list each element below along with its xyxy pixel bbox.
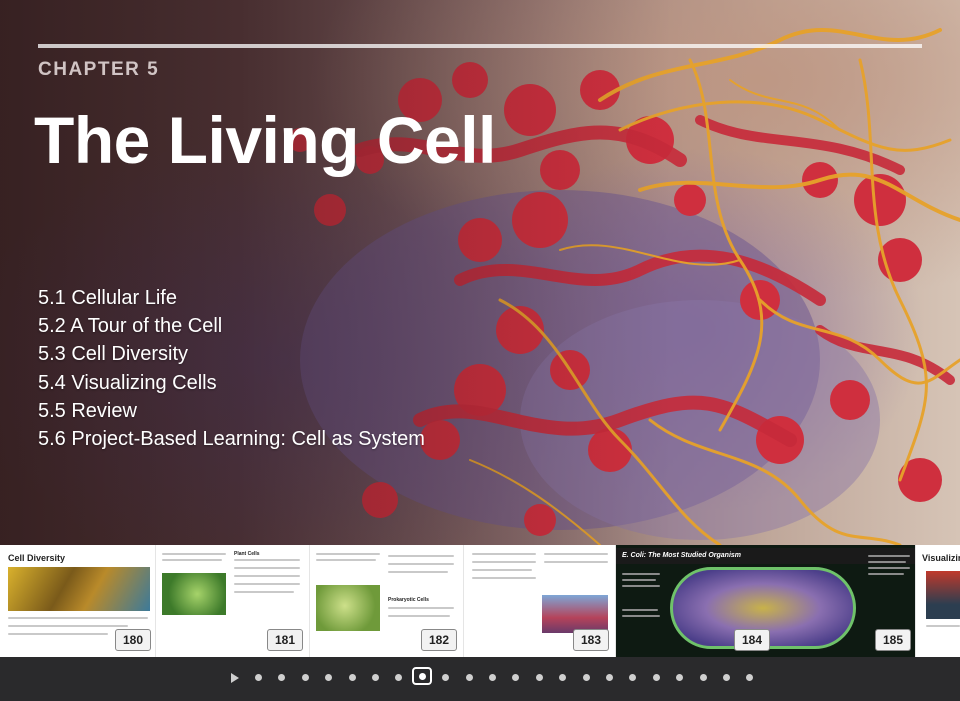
page-number-badge: 180 <box>115 629 151 651</box>
text-line <box>926 625 960 627</box>
nav-dot[interactable] <box>559 674 567 681</box>
section-list: 5.1 Cellular Life 5.2 A Tour of the Cell… <box>38 284 425 453</box>
text-line <box>388 607 454 609</box>
nav-dot[interactable] <box>372 674 379 681</box>
nav-dot[interactable] <box>465 674 473 681</box>
caption-column <box>868 551 912 631</box>
text-line <box>234 567 300 569</box>
text-line <box>234 591 294 593</box>
page-thumbnail-183[interactable]: 183 <box>464 545 616 657</box>
text-line <box>472 561 536 563</box>
nav-dot[interactable] <box>746 674 754 681</box>
page-thumbnail-182[interactable]: Prokaryotic Cells 182 <box>310 545 464 657</box>
nav-dot[interactable] <box>676 674 684 681</box>
nav-dot[interactable] <box>652 674 660 681</box>
nav-dot[interactable] <box>629 674 637 681</box>
text-line <box>472 553 536 555</box>
plant-cell-image <box>162 573 226 615</box>
page-number-badge: 181 <box>267 629 303 651</box>
page-number-badge: 185 <box>875 629 911 651</box>
section-link-5-2[interactable]: 5.2 A Tour of the Cell <box>38 312 425 340</box>
book-reader: CHAPTER 5 The Living Cell 5.1 Cellular L… <box>0 0 960 701</box>
thumb-heading: Visualizing C <box>922 553 960 563</box>
nav-dot[interactable] <box>325 674 333 681</box>
section-link-5-6[interactable]: 5.6 Project-Based Learning: Cell as Syst… <box>38 425 425 453</box>
text-line <box>316 559 376 561</box>
nav-dot[interactable] <box>606 674 613 681</box>
page-thumbnail-strip: Cell Diversity 180 Plant Cells 181 Proka… <box>0 545 960 657</box>
text-line <box>8 625 128 627</box>
section-link-5-5[interactable]: 5.5 Review <box>38 397 425 425</box>
nav-dot[interactable] <box>582 674 590 681</box>
text-line <box>316 553 380 555</box>
thumb-heading: Plant Cells <box>234 551 260 557</box>
visualization-image <box>926 571 960 619</box>
chapter-title: The Living Cell <box>34 103 496 177</box>
hero-text-shade <box>0 0 960 545</box>
page-thumbnail-181[interactable]: Plant Cells 181 <box>156 545 310 657</box>
diatom-image <box>8 567 150 611</box>
section-link-5-3[interactable]: 5.3 Cell Diversity <box>38 340 425 368</box>
chapter-hero: CHAPTER 5 The Living Cell 5.1 Cellular L… <box>0 0 960 545</box>
text-line <box>8 633 108 635</box>
text-line <box>162 553 226 555</box>
page-thumbnail-180[interactable]: Cell Diversity 180 <box>0 545 156 657</box>
text-line <box>388 555 454 557</box>
text-line <box>544 561 608 563</box>
page-navigation <box>0 657 960 701</box>
nav-dot[interactable] <box>489 674 496 681</box>
text-line <box>234 575 300 577</box>
nav-dot[interactable] <box>255 674 262 681</box>
text-line <box>8 617 148 619</box>
page-thumbnail-184[interactable]: E. Coli: The Most Studied Organism 184 1… <box>616 545 916 657</box>
bacteria-image <box>542 595 608 633</box>
text-line <box>162 559 222 561</box>
nav-dot[interactable] <box>301 674 309 681</box>
thumb-subheading: Prokaryotic Cells <box>388 597 429 603</box>
cell-micrograph-image <box>316 585 380 631</box>
chapter-divider <box>38 44 922 48</box>
chapter-label: CHAPTER 5 <box>38 59 160 80</box>
section-link-5-1[interactable]: 5.1 Cellular Life <box>38 284 425 312</box>
nav-dot[interactable] <box>442 674 450 681</box>
text-line <box>234 559 300 561</box>
page-number-badge: 184 <box>734 629 770 651</box>
page-number-badge: 183 <box>573 629 609 651</box>
play-icon[interactable] <box>230 672 240 684</box>
nav-dot-current[interactable] <box>411 667 432 685</box>
text-line <box>234 583 300 585</box>
nav-dot[interactable] <box>348 674 356 681</box>
nav-dot[interactable] <box>278 674 286 681</box>
nav-dot-current-marker <box>418 673 426 680</box>
nav-dot[interactable] <box>535 674 543 681</box>
nav-dot[interactable] <box>512 674 520 681</box>
thumb-heading: Cell Diversity <box>8 553 66 563</box>
text-line <box>472 569 532 571</box>
text-line <box>388 571 448 573</box>
nav-dot[interactable] <box>699 674 707 681</box>
text-line <box>388 563 454 565</box>
text-line <box>544 553 608 555</box>
caption-column <box>622 569 662 649</box>
page-thumbnail-185[interactable]: Visualizing C <box>916 545 960 657</box>
text-line <box>472 577 536 579</box>
page-number-badge: 182 <box>421 629 457 651</box>
text-line <box>388 615 450 617</box>
nav-dot[interactable] <box>723 674 730 681</box>
section-link-5-4[interactable]: 5.4 Visualizing Cells <box>38 369 425 397</box>
nav-dot[interactable] <box>395 674 403 681</box>
